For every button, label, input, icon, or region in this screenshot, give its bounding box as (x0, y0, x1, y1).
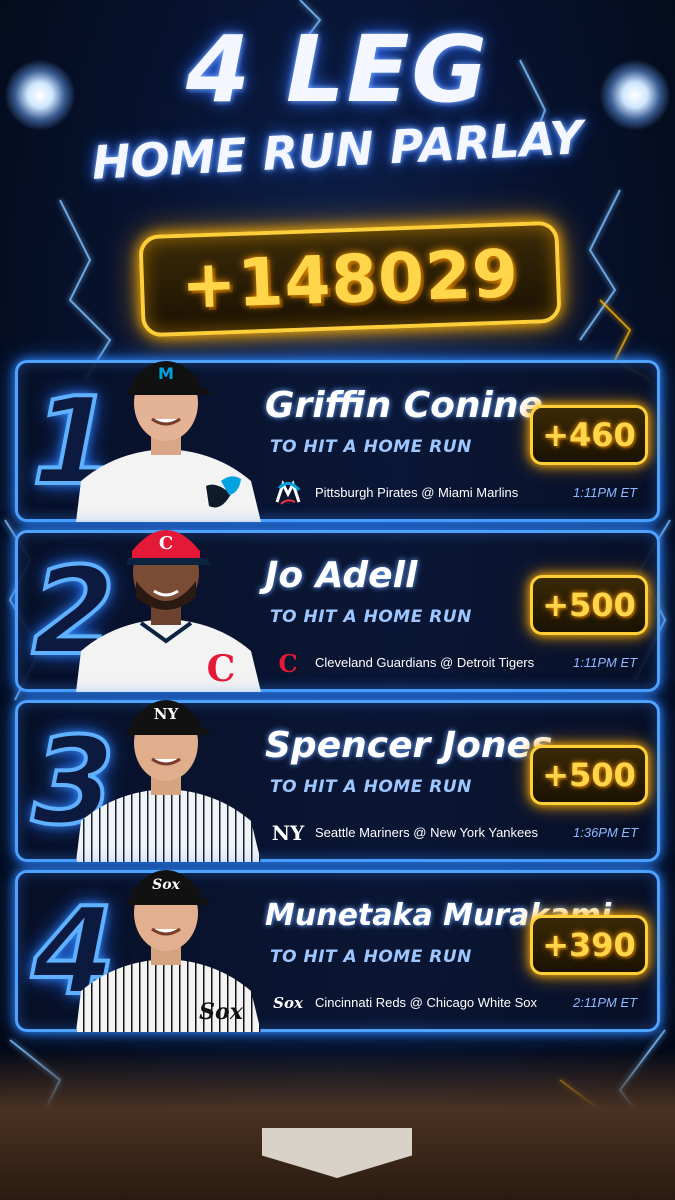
parlay-leg-2[interactable]: 2 C C Jo Adell TO HIT A HOME RUN +500 C … (15, 530, 660, 692)
player-name: Griffin Conine (265, 385, 543, 426)
bet-type: TO HIT A HOME RUN (270, 947, 472, 967)
game-time: 1:11PM ET (573, 485, 638, 500)
player-photo: Sox Sox (56, 841, 276, 1032)
matchup-text: Pittsburgh Pirates @ Miami Marlins (315, 485, 519, 500)
leg-odds-badge[interactable]: +500 (530, 575, 648, 635)
bet-type: TO HIT A HOME RUN (270, 777, 472, 797)
cap-logo: M (158, 364, 174, 383)
player-photo: NY (56, 671, 276, 862)
matchup-text: Cincinnati Reds @ Chicago White Sox (315, 995, 538, 1010)
player-photo: C C (56, 501, 276, 692)
cap-logo: C (159, 533, 173, 554)
player-name: Spencer Jones (265, 725, 553, 766)
game-time: 1:11PM ET (573, 655, 638, 670)
parlay-title: 4 LEG HOME RUN PARLAY (0, 16, 675, 190)
player-photo: M (56, 331, 276, 522)
player-name: Jo Adell (265, 555, 418, 596)
leg-odds-badge[interactable]: +390 (530, 915, 648, 975)
total-odds-badge: +148029 (138, 220, 562, 338)
cap-logo: NY (154, 705, 179, 723)
game-time: 2:11PM ET (573, 995, 638, 1010)
bet-type: TO HIT A HOME RUN (270, 607, 472, 627)
total-odds-value: +148029 (179, 234, 521, 324)
title-line-1: 4 LEG (185, 16, 490, 123)
matchup-text: Cleveland Guardians @ Detroit Tigers (315, 655, 535, 670)
svg-text:Sox: Sox (199, 999, 244, 1025)
leg-odds-badge[interactable]: +460 (530, 405, 648, 465)
cap-logo: Sox (152, 877, 180, 893)
leg-odds-badge[interactable]: +500 (530, 745, 648, 805)
white-sox-logo-icon: Sox (273, 994, 303, 1012)
parlay-leg-1[interactable]: 1 M Griffin Conine TO HIT A HOME RUN +46… (15, 360, 660, 522)
parlay-leg-4[interactable]: 4 Sox Sox Munetaka Murakami TO HIT A HOM… (15, 870, 660, 1032)
player-name: Munetaka Murakami (265, 898, 612, 933)
matchup-text: Seattle Mariners @ New York Yankees (315, 825, 538, 840)
game-time: 1:36PM ET (573, 825, 639, 840)
parlay-leg-3[interactable]: 3 NY Spencer Jones TO HIT A HOME RUN +50… (15, 700, 660, 862)
bet-type: TO HIT A HOME RUN (270, 437, 472, 457)
